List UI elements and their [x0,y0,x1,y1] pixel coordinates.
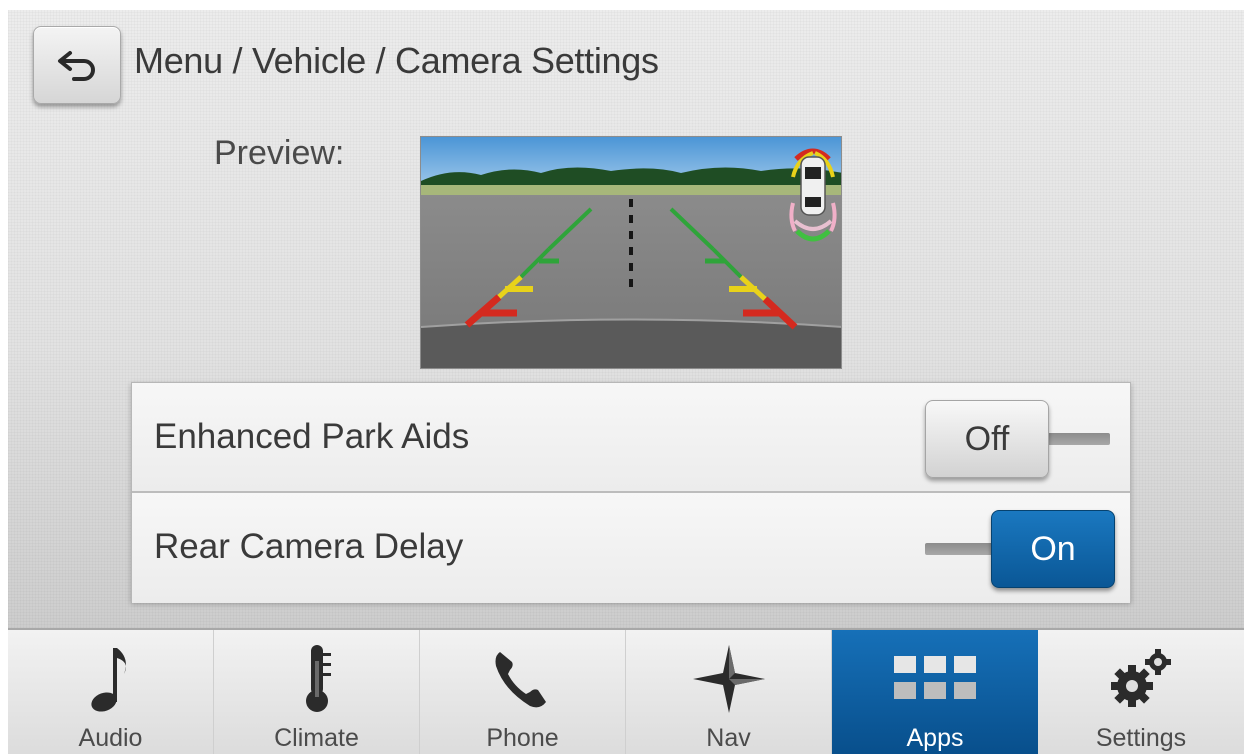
camera-preview-image [420,136,842,369]
setting-row-enhanced-park-aids[interactable]: Enhanced Park Aids Off [132,383,1130,493]
thermometer-icon [305,645,331,712]
rear-camera-delay-toggle[interactable]: On [991,510,1115,588]
nav-label: Climate [274,724,359,752]
apps-grid-icon [894,656,976,699]
nav-item-audio[interactable]: Audio [8,630,214,754]
nav-item-apps[interactable]: Apps [832,630,1038,754]
setting-row-rear-camera-delay[interactable]: Rear Camera Delay On [132,493,1130,603]
breadcrumb: Menu / Vehicle / Camera Settings [134,40,659,81]
compass-star-icon [692,645,765,713]
nav-item-climate[interactable]: Climate [214,630,420,754]
toggle-track [1044,433,1110,445]
toggle-track [925,543,997,555]
setting-label: Enhanced Park Aids [154,417,470,456]
nav-item-settings[interactable]: Settings [1038,630,1244,754]
camera-settings-screen: Menu / Vehicle / Camera Settings Preview… [8,10,1244,754]
settings-panel: Enhanced Park Aids Off Rear Camera Delay… [131,382,1131,603]
nav-label: Nav [706,724,751,752]
setting-label: Rear Camera Delay [154,527,464,566]
nav-item-phone[interactable]: Phone [420,630,626,754]
nav-label: Phone [486,724,559,752]
nav-label: Audio [78,724,143,752]
gears-icon [1111,649,1171,707]
nav-item-nav[interactable]: Nav [626,630,832,754]
enhanced-park-aids-toggle[interactable]: Off [925,400,1049,478]
phone-icon [495,652,546,708]
nav-label: Apps [906,724,964,752]
back-arrow-icon [58,51,95,81]
bottom-nav: Audio Climate Phone Nav Apps Settings [8,628,1244,754]
music-note-icon [90,648,126,712]
back-button[interactable] [33,26,121,104]
preview-label: Preview: [214,134,345,172]
nav-label: Settings [1095,724,1187,752]
